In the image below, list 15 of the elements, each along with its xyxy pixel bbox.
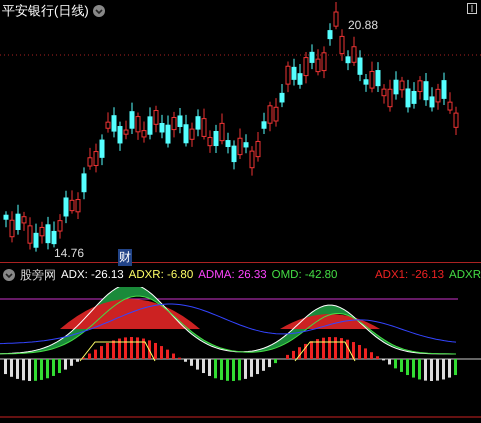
indicator-value: ADXR [449, 269, 481, 281]
chart-title: 平安银行(日线) [2, 2, 89, 20]
indicator-value: ADMA: 26.33 [198, 269, 267, 281]
high-price-label: 20.88 [348, 18, 378, 32]
indicator-value: ADX: -26.13 [61, 269, 124, 281]
plateau-line [294, 342, 356, 362]
event-marker[interactable]: 财 [118, 249, 132, 266]
indicator-value: OMD: -42.80 [272, 269, 338, 281]
dropdown-icon[interactable] [92, 5, 105, 17]
indicator-value: ADXR: -6.80 [128, 269, 194, 281]
low-price-label: 14.76 [54, 246, 84, 260]
indicator-value: ADX1: -26.13 [375, 269, 444, 281]
indicator-name: 股旁网 [20, 266, 56, 284]
panel-icon[interactable] [467, 3, 477, 14]
dropdown-icon[interactable] [3, 269, 15, 281]
